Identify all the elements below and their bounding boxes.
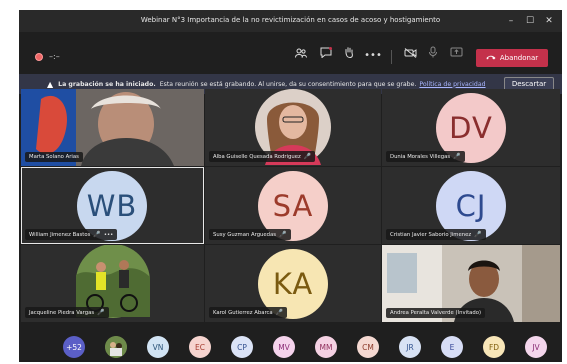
title-bar: Webinar N°3 Importancia de la no revicti… <box>19 10 562 32</box>
participant-avatar[interactable] <box>105 336 127 358</box>
banner-headline: La grabación se ha iniciado. <box>58 80 156 88</box>
microphone-muted-icon: 🎤 <box>275 309 284 316</box>
phone-hangup-icon <box>486 54 496 62</box>
raise-hand-icon[interactable] <box>339 46 359 66</box>
participant-name-tag: William Jimenez Bastos 🎤 ••• <box>25 229 118 240</box>
participant-tile[interactable]: CJ Cristian Javier Saborio Jimenez 🎤 <box>382 167 560 244</box>
microphone-muted-icon: 🎤 <box>303 153 312 160</box>
participant-name-tag: Cristian Javier Saborio Jimenez 🎤 <box>386 229 486 240</box>
camera-off-icon[interactable] <box>400 46 420 66</box>
meeting-toolbar: –:– ••• Abandonar <box>19 32 562 74</box>
participant-name-tag: Alba Guiselle Quesada Rodriguez 🎤 <box>209 151 316 162</box>
toolbar-divider <box>391 50 392 64</box>
participant-tile[interactable]: Marta Solano Arias <box>21 89 204 166</box>
meeting-timer: –:– <box>49 52 60 61</box>
more-options-icon[interactable]: ••• <box>104 232 113 238</box>
window-title: Webinar N°3 Importancia de la no revicti… <box>140 16 441 24</box>
minimize-icon[interactable]: – <box>502 13 520 29</box>
participant-name: Jacqueline Piedra Vargas <box>29 309 95 316</box>
participant-name: Andrea Peralta Valverde (Invitado) <box>390 310 482 316</box>
participant-name-tag: Karol Gutierrez Abarca 🎤 <box>209 307 288 318</box>
microphone-muted-icon: 🎤 <box>279 231 287 238</box>
participant-name-tag: Jacqueline Piedra Vargas 🎤 <box>25 307 109 318</box>
participant-name: Cristian Javier Saborio Jimenez <box>390 231 472 238</box>
banner-message: Esta reunión se está grabando. Al unirse… <box>159 80 417 88</box>
participant-tile[interactable]: KA Karol Gutierrez Abarca 🎤 <box>205 245 381 322</box>
participant-avatar[interactable]: EC <box>189 336 211 358</box>
microphone-off-icon[interactable] <box>423 46 443 66</box>
participant-name: Karol Gutierrez Abarca <box>213 309 273 316</box>
share-screen-icon[interactable] <box>446 46 466 66</box>
close-icon[interactable]: ✕ <box>540 13 558 29</box>
participant-name: Alba Guiselle Quesada Rodriguez <box>213 153 301 160</box>
recording-indicator-icon <box>35 53 43 61</box>
participant-avatar[interactable]: JR <box>399 336 421 358</box>
participant-name: William Jimenez Bastos <box>29 231 91 238</box>
participant-tile[interactable]: Jacqueline Piedra Vargas 🎤 <box>21 245 204 322</box>
teams-meeting-window: Webinar N°3 Importancia de la no revicti… <box>19 10 562 362</box>
participant-avatar[interactable]: VN <box>147 336 169 358</box>
participant-name-tag: Susy Guzman Arguedas 🎤 <box>209 229 291 240</box>
privacy-policy-link[interactable]: Política de privacidad <box>419 81 485 88</box>
more-options-icon[interactable]: ••• <box>363 46 383 66</box>
participant-tile[interactable]: SA Susy Guzman Arguedas 🎤 <box>205 167 381 244</box>
leave-label: Abandonar <box>499 54 539 62</box>
warning-icon: ▲ <box>47 79 54 89</box>
participant-avatar[interactable]: JV <box>525 336 547 358</box>
participant-name: Susy Guzman Arguedas <box>213 231 277 238</box>
participant-avatar[interactable]: CP <box>231 336 253 358</box>
participant-name: Marta Solano Arias <box>29 154 79 160</box>
participant-tile[interactable]: DV Dunia Morales Villegas 🎤 <box>382 89 560 166</box>
participant-avatar[interactable]: MV <box>273 336 295 358</box>
participant-tile[interactable]: WB William Jimenez Bastos 🎤 ••• <box>21 167 204 244</box>
participants-icon[interactable] <box>291 46 311 66</box>
maximize-icon[interactable]: ☐ <box>521 13 539 29</box>
participant-avatar[interactable]: FD <box>483 336 505 358</box>
participant-name-tag: Andrea Peralta Valverde (Invitado) <box>386 308 486 318</box>
microphone-muted-icon: 🎤 <box>93 231 101 238</box>
microphone-muted-icon: 🎤 <box>97 309 105 316</box>
microphone-muted-icon: 🎤 <box>474 231 482 238</box>
leave-meeting-button[interactable]: Abandonar <box>476 49 548 67</box>
participant-tile[interactable]: Alba Guiselle Quesada Rodriguez 🎤 <box>205 89 381 166</box>
participant-name-tag: Marta Solano Arias <box>25 152 83 162</box>
participant-name-tag: Dunia Morales Villegas 🎤 <box>386 151 465 162</box>
participant-avatar[interactable]: E <box>441 336 463 358</box>
participant-avatar[interactable]: CM <box>357 336 379 358</box>
participant-name: Dunia Morales Villegas <box>390 153 451 160</box>
microphone-muted-icon: 🎤 <box>453 153 461 160</box>
participant-strip: +52 VN EC CP MV MM CM JR E FD JV <box>19 326 562 362</box>
more-participants-badge[interactable]: +52 <box>63 336 85 358</box>
participant-tile[interactable]: Andrea Peralta Valverde (Invitado) <box>382 245 560 322</box>
chat-icon[interactable] <box>316 46 336 66</box>
participant-avatar[interactable]: MM <box>315 336 337 358</box>
